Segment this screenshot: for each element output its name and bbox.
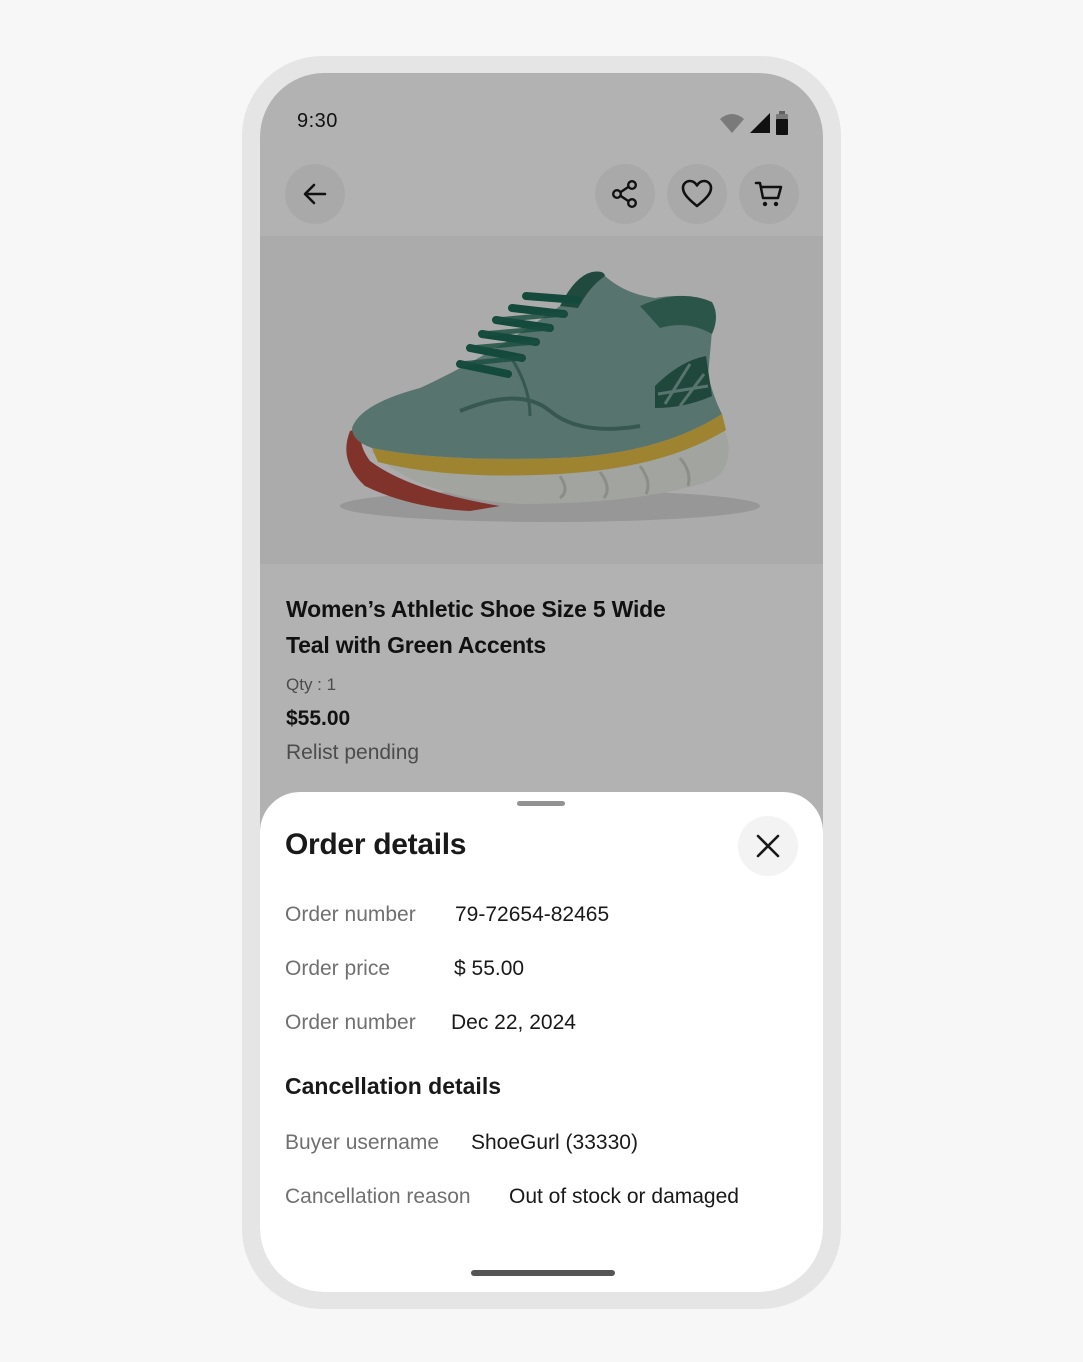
row-label: Cancellation reason (285, 1185, 471, 1208)
row-value: Out of stock or damaged (509, 1185, 739, 1208)
order-details-sheet: Order details Order number 79-72654-8246… (260, 792, 823, 1292)
order-price-row: Order price $ 55.00 (285, 957, 524, 981)
home-indicator[interactable] (471, 1270, 615, 1276)
close-icon (756, 834, 780, 858)
sheet-grabber[interactable] (517, 801, 565, 806)
row-value: Dec 22, 2024 (451, 1011, 576, 1034)
phone-screen: 9:30 Women’s Athletic Shoe Size 5 Wide T… (260, 73, 823, 1292)
close-button[interactable] (738, 816, 798, 876)
row-label: Order number (285, 903, 416, 926)
row-label: Buyer username (285, 1131, 440, 1154)
order-date-row: Order number Dec 22, 2024 (285, 1011, 576, 1035)
cancellation-title: Cancellation details (285, 1073, 502, 1099)
row-value: $ 55.00 (454, 957, 525, 980)
cancellation-reason-row: Cancellation reason Out of stock or dama… (285, 1185, 739, 1209)
order-number-row: Order number 79-72654-82465 (285, 903, 609, 927)
row-label: Order price (285, 957, 391, 980)
row-value: ShoeGurl (33330) (471, 1131, 638, 1154)
row-label: Order number (285, 1011, 416, 1034)
row-value: 79-72654-82465 (455, 903, 610, 926)
sheet-title: Order details (285, 828, 467, 861)
buyer-username-row: Buyer username ShoeGurl (33330) (285, 1131, 638, 1155)
